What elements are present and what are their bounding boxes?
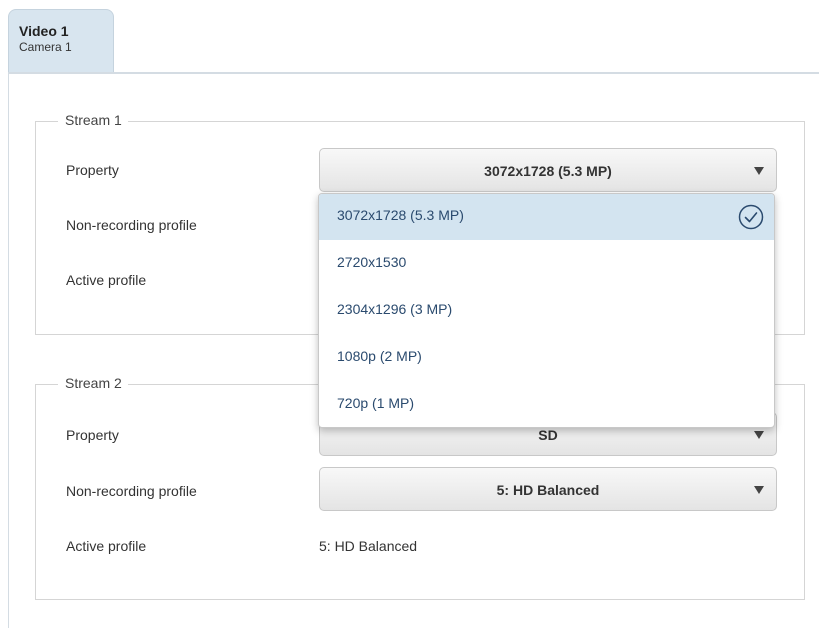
dropdown-option[interactable]: 2720x1530 <box>319 241 774 287</box>
tab-video-1[interactable]: Video 1 Camera 1 <box>8 9 114 73</box>
stream-1-nonrec-label: Non-recording profile <box>66 217 197 233</box>
tab-subtitle: Camera 1 <box>19 40 72 54</box>
option-label: 2720x1530 <box>337 254 407 270</box>
option-label: 2304x1296 (3 MP) <box>337 301 453 317</box>
option-label: 720p (1 MP) <box>337 395 415 411</box>
content-border <box>8 72 9 628</box>
stream-1-legend: Stream 1 <box>58 112 128 128</box>
chevron-down-icon <box>754 167 764 175</box>
stream-2-nonrec-value: 5: HD Balanced <box>496 482 600 498</box>
stream-2-nonrec-label: Non-recording profile <box>66 483 197 499</box>
dropdown-option[interactable]: 1080p (2 MP) <box>319 335 774 381</box>
dropdown-option[interactable]: 2304x1296 (3 MP) <box>319 288 774 334</box>
option-label: 3072x1728 (5.3 MP) <box>337 207 464 223</box>
tab-divider <box>8 72 819 74</box>
stream-2-property-value: SD <box>538 427 558 443</box>
stream-2-property-label: Property <box>66 427 119 443</box>
stream-2-legend: Stream 2 <box>58 375 128 391</box>
stream-1-property-value: 3072x1728 (5.3 MP) <box>484 163 612 179</box>
chevron-down-icon <box>754 431 764 439</box>
dropdown-option[interactable]: 3072x1728 (5.3 MP) <box>319 194 774 240</box>
stream-1-property-label: Property <box>66 162 119 178</box>
chevron-down-icon <box>754 486 764 494</box>
stream-2-active-value: 5: HD Balanced <box>319 538 418 554</box>
stream-2-active-label: Active profile <box>66 538 147 554</box>
stream-2-nonrec-select[interactable]: 5: HD Balanced <box>319 467 777 511</box>
stream-1-property-select[interactable]: 3072x1728 (5.3 MP) <box>319 148 777 192</box>
check-circle-icon <box>738 204 764 230</box>
option-label: 1080p (2 MP) <box>337 348 422 364</box>
stream-1-active-label: Active profile <box>66 272 147 288</box>
dropdown-option[interactable]: 720p (1 MP) <box>319 382 774 427</box>
property-dropdown-list: 3072x1728 (5.3 MP) 2720x1530 2304x1296 (… <box>318 193 775 428</box>
tab-title: Video 1 <box>19 23 69 39</box>
